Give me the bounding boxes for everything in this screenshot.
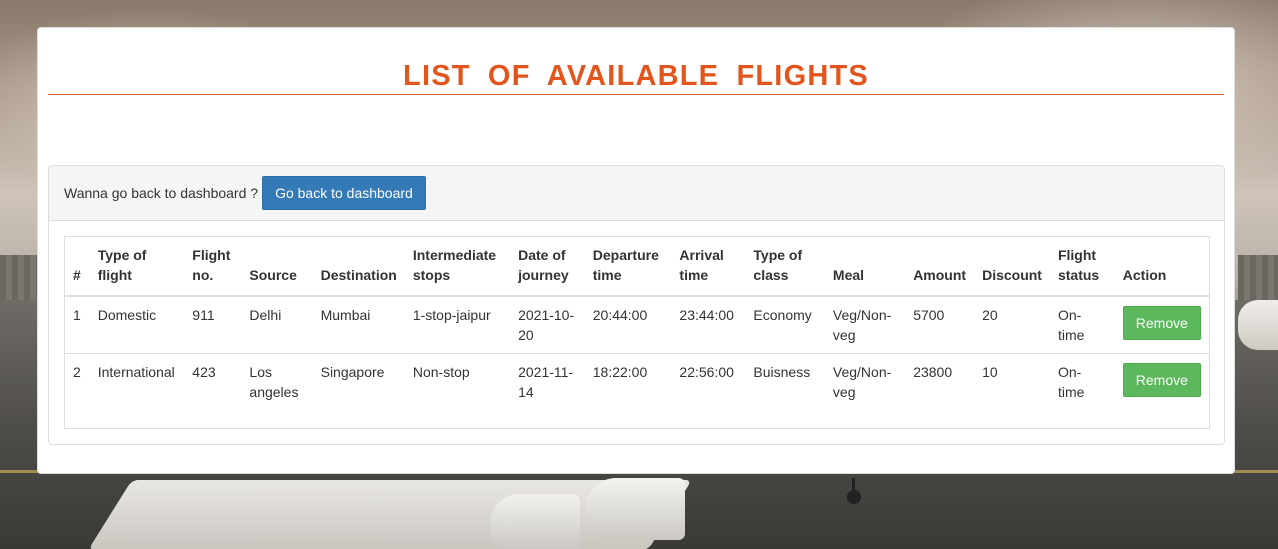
cell-arrival: 23:44:00	[679, 307, 734, 323]
cell-meal: Veg/Non-veg	[832, 307, 892, 343]
cell-flight-no: 911	[192, 307, 215, 323]
flights-table-container: # Type of flight Flight no. Source Destina…	[64, 236, 1210, 429]
cell-meal: Veg/Non-veg	[824, 353, 906, 410]
cell-flight-no: 423	[184, 353, 242, 410]
cell-number: 2	[65, 353, 90, 410]
cell-number: 1	[73, 307, 81, 323]
cell-destination: Singapore	[312, 353, 405, 410]
cell-type: International	[89, 353, 185, 410]
cell-amount: 23800	[905, 353, 975, 410]
go-back-to-dashboard-button[interactable]: Go back to dashboard	[262, 176, 426, 210]
cell-stops: Non-stop	[404, 353, 511, 410]
table-row: 2 International 423 Los angeles Singapor…	[65, 353, 1209, 410]
cell-amount: 5700	[913, 307, 945, 323]
col-header-arrival: Arrival time	[671, 237, 746, 297]
cell-source: Delhi	[249, 307, 282, 323]
remove-button[interactable]: Remove	[1122, 363, 1201, 397]
col-header-discount: Discount	[974, 237, 1050, 297]
col-header-flight-no: Flight no.	[184, 237, 242, 297]
cell-departure: 20:44:00	[592, 307, 648, 323]
cell-discount: 20	[982, 307, 998, 323]
cell-departure: 18:22:00	[584, 353, 672, 410]
page-title: LIST OF AVAILABLE FLIGHTS	[48, 58, 1224, 95]
cell-destination: Mumbai	[320, 307, 371, 323]
flights-panel: Wanna go back to dashboard ? Go back to …	[48, 165, 1225, 445]
cell-arrival: 22:56:00	[671, 353, 746, 410]
cell-class: Buisness	[745, 353, 825, 410]
flights-table: # Type of flight Flight no. Source Destina…	[65, 237, 1209, 410]
cell-date: 2021-11-14	[510, 353, 585, 410]
cell-date: 2021-10-20	[518, 307, 575, 343]
col-header-date: Date of journey	[510, 237, 585, 297]
cell-stops: 1-stop-jaipur	[412, 307, 491, 323]
remove-button[interactable]: Remove	[1122, 306, 1201, 340]
col-header-action: Action	[1114, 237, 1209, 297]
col-header-class: Type of class	[745, 237, 825, 297]
panel-heading: Wanna go back to dashboard ? Go back to …	[49, 166, 1224, 221]
col-header-source: Source	[241, 237, 313, 297]
cell-source: Los angeles	[241, 353, 313, 410]
col-header-departure: Departure time	[584, 237, 672, 297]
cell-action: Remove	[1115, 296, 1209, 354]
col-header-amount: Amount	[905, 237, 975, 297]
table-row: 1 Domestic 911 Delhi Mumbai 1-stop-jaipu…	[65, 296, 1209, 354]
col-header-status: Flight status	[1049, 237, 1115, 297]
cell-class: Economy	[753, 307, 812, 323]
col-header-destination: Destination	[312, 237, 405, 297]
dashboard-prompt: Wanna go back to dashboard ?	[64, 185, 259, 201]
col-header-type: Type of flight	[89, 237, 185, 297]
cell-type: Domestic	[97, 307, 157, 323]
cell-status: On-time	[1057, 307, 1085, 343]
col-header-number: #	[65, 237, 90, 297]
cell-status: On-time	[1049, 353, 1115, 410]
table-header-row: # Type of flight Flight no. Source Destina…	[65, 237, 1209, 297]
cell-action: Remove	[1114, 353, 1209, 410]
main-card: LIST OF AVAILABLE FLIGHTS Wanna go back …	[37, 27, 1235, 474]
cell-discount: 10	[974, 353, 1050, 410]
col-header-stops: Intermediate stops	[404, 237, 511, 297]
col-header-meal: Meal	[824, 237, 906, 297]
